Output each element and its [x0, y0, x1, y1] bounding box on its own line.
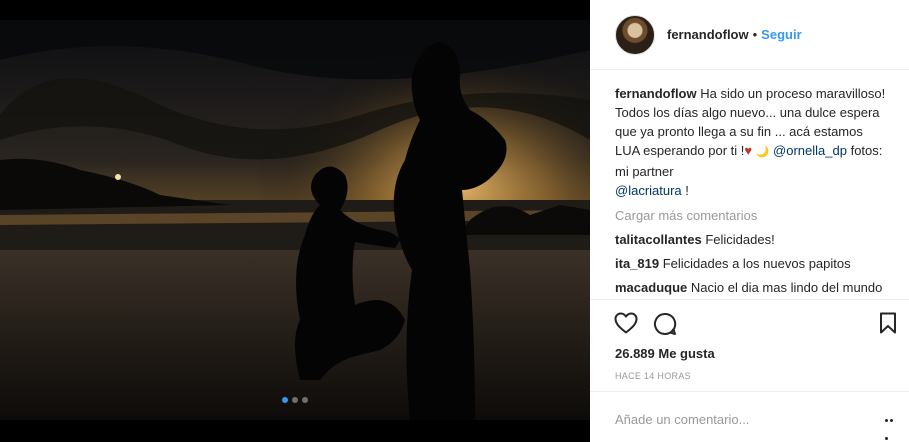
caption-username[interactable]: fernandoflow [615, 86, 697, 101]
caption-end: ! [685, 183, 689, 198]
action-bar [590, 299, 909, 339]
comment-text: Felicidades a los nuevos papitos [662, 256, 851, 271]
comment-item: talitacollantes Felicidades! [615, 230, 887, 249]
author-username[interactable]: fernandoflow [667, 27, 749, 42]
carousel-dot-2[interactable] [292, 397, 298, 403]
heart-emoji: ♥ [744, 143, 753, 158]
comment-item: ita_819 Felicidades a los nuevos papitos [615, 254, 887, 273]
carousel-dot-3[interactable] [302, 397, 308, 403]
likes-count[interactable]: 26.889 Me gusta [615, 346, 715, 361]
comment-username[interactable]: ita_819 [615, 256, 659, 271]
more-options-icon[interactable] [885, 419, 899, 440]
comment-username[interactable]: talitacollantes [615, 232, 702, 247]
caption: fernandoflow Ha sido un proceso maravill… [615, 84, 887, 200]
comment-username[interactable]: macaduque [615, 280, 687, 295]
follow-button[interactable]: Seguir [761, 27, 801, 42]
comment-icon[interactable] [653, 312, 677, 341]
post-timestamp[interactable]: Hace 14 horas [615, 371, 691, 381]
carousel-indicator [0, 397, 590, 407]
post-header: fernandoflow • Seguir [590, 0, 909, 70]
media-pane [0, 0, 590, 442]
post-photo[interactable] [0, 20, 590, 420]
comment-input[interactable]: Añade un comentario... [615, 412, 749, 427]
comment-item: macaduque Nacio el dia mas lindo del mun… [615, 278, 887, 296]
add-comment-bar: Añade un comentario... [590, 391, 909, 442]
mention-link[interactable]: @ornella_dp [773, 143, 847, 158]
carousel-dot-1[interactable] [282, 397, 288, 403]
comments-list[interactable]: fernandoflow Ha sido un proceso maravill… [615, 84, 887, 296]
header-separator: • [752, 27, 758, 42]
bookmark-icon[interactable] [879, 312, 897, 339]
comment-text: Felicidades! [705, 232, 775, 247]
avatar[interactable] [615, 14, 655, 55]
moon-emoji: 🌙 [755, 146, 770, 158]
mention-link[interactable]: @lacriatura [615, 183, 682, 198]
post-details-pane: fernandoflow • Seguir fernandoflow Ha si… [590, 0, 909, 442]
heart-icon[interactable] [614, 312, 638, 339]
load-more-comments-button[interactable]: Cargar más comentarios [615, 206, 887, 225]
